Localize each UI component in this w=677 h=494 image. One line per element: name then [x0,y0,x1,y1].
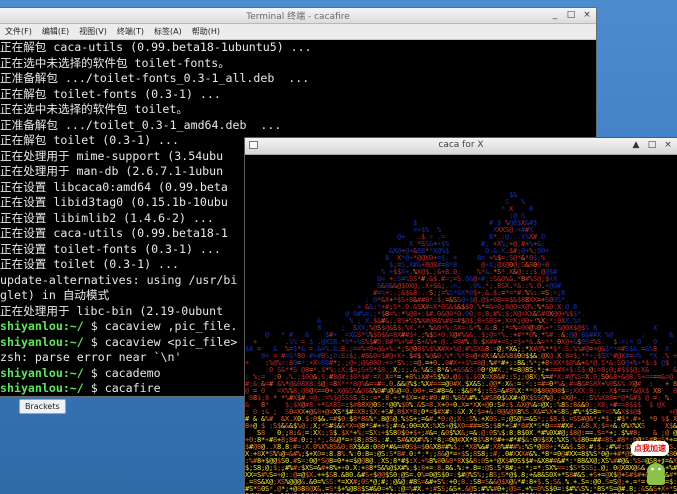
prompt-user: shiyanlou:~/ [0,366,84,380]
fire-glyph: + [245,359,249,367]
menu-help[interactable]: 帮助(H) [192,26,220,37]
fire-glyph: + [545,247,549,255]
fire-glyph: $ [665,359,669,367]
terminal-line: 正在选中未选择的软件包 toilet-fonts。 [0,56,596,72]
caca-titlebar[interactable]: caca for X ▲ □ × [245,138,677,155]
prompt-sign: $ [84,319,105,333]
menu-terminal[interactable]: 终端(T) [117,26,144,37]
terminal-line: 正准备解包 .../toilet-fonts_0.3-1_all.deb ... [0,71,596,87]
fire-glyph: ; [641,331,645,339]
fire-glyph: X [661,401,666,409]
maximize-button[interactable]: □ [566,9,576,21]
terminal-line: 正在解包 caca-utils (0.99.beta18-1ubuntu5) .… [0,40,596,56]
prompt-sign: $ [84,335,105,349]
fire-glyph: ; [273,408,277,416]
fire-glyph: & [673,366,677,374]
menu-view[interactable]: 视图(V) [79,26,107,37]
accelerate-widget[interactable]: 点我加速 [631,435,677,494]
fire-glyph: 8 [317,324,321,332]
caca-window-buttons: ▲ □ × [631,139,673,151]
fire-glyph: $ [533,219,537,227]
fire-glyph: + [401,233,405,241]
terminal-line: 正准备解包 .../toilet_0.3-1_amd64.deb ... [0,118,596,134]
fire-glyph: * [501,205,505,213]
fire-glyph: . [581,310,585,318]
accelerate-label[interactable]: 点我加速 [631,441,669,456]
fire-glyph: & [513,191,518,199]
command-text: cacafire [105,381,161,395]
terminal-line: 正在解包 toilet-fonts (0.3-1) ... [0,87,596,103]
maximize-button[interactable]: □ [647,139,657,151]
fire-glyph: @ [265,331,270,339]
prompt-sign: $ [84,381,105,395]
fire-glyph: + [665,380,669,388]
prompt-sign: $ [84,366,105,380]
terminal-menubar: 文件(F) 编辑(E) 视图(V) 终端(T) 标签(A) 帮助(H) [0,24,596,40]
fire-glyph: # [269,380,274,388]
fire-glyph: 8 [673,387,677,395]
terminal-titlebar[interactable]: Terminal 终端 - cacafire _ □ × [0,8,596,24]
brackets-taskbar-button[interactable]: Brackets [19,399,66,414]
fire-glyph: 0 [653,415,657,423]
close-button[interactable]: × [582,9,592,21]
fire-glyph: 0 [529,205,533,213]
fire-glyph: * [273,394,277,402]
close-button[interactable]: × [663,139,673,151]
fire-glyph: X [653,324,658,332]
shade-button[interactable]: ▲ [631,139,641,151]
menu-tabs[interactable]: 标签(A) [154,26,182,37]
android-mascot-icon[interactable] [643,459,669,489]
caca-window[interactable]: caca for X ▲ □ × $ & S% * X 0: @ S $ # $% @8 $ X & # $ = +… [245,138,677,494]
terminal-window-buttons: _ □ × [550,9,592,21]
fire-glyph: % [521,198,526,206]
fire-glyph: 8 [249,345,253,353]
fire-canvas: $ & S% * X 0: @ S $ # $% @8 $ X & # $ = + $%% X X X S @: + # # X @ +. $… [245,155,677,494]
fire-glyph: S [641,422,645,430]
fire-glyph: . [669,338,673,346]
menu-edit[interactable]: 编辑(E) [42,26,69,37]
command-text: cacaview ,pic_file. [105,319,238,333]
terminal-title: Terminal 终端 - cacafire [0,9,596,22]
fire-glyph: $ [649,401,653,409]
prompt-user: shiyanlou:~/ [0,381,84,395]
minimize-button[interactable]: _ [550,9,560,21]
ascii-fire-animation: $ &S %* X 0: @ S$ # $% @8 $ X & # $= + $%% X X X S @: + # # X@ +. $… [245,191,677,494]
menu-file[interactable]: 文件(F) [5,26,32,37]
prompt-user: shiyanlou:~/ [0,319,84,333]
caca-title: caca for X [245,140,677,150]
fire-glyph: . [669,394,673,402]
command-text: cacademo [105,366,161,380]
command-text: cacaview <pic_file> [105,335,238,349]
terminal-line: 正在选中未选择的软件包 toilet。 [0,102,596,118]
prompt-user: shiyanlou:~/ [0,335,84,349]
